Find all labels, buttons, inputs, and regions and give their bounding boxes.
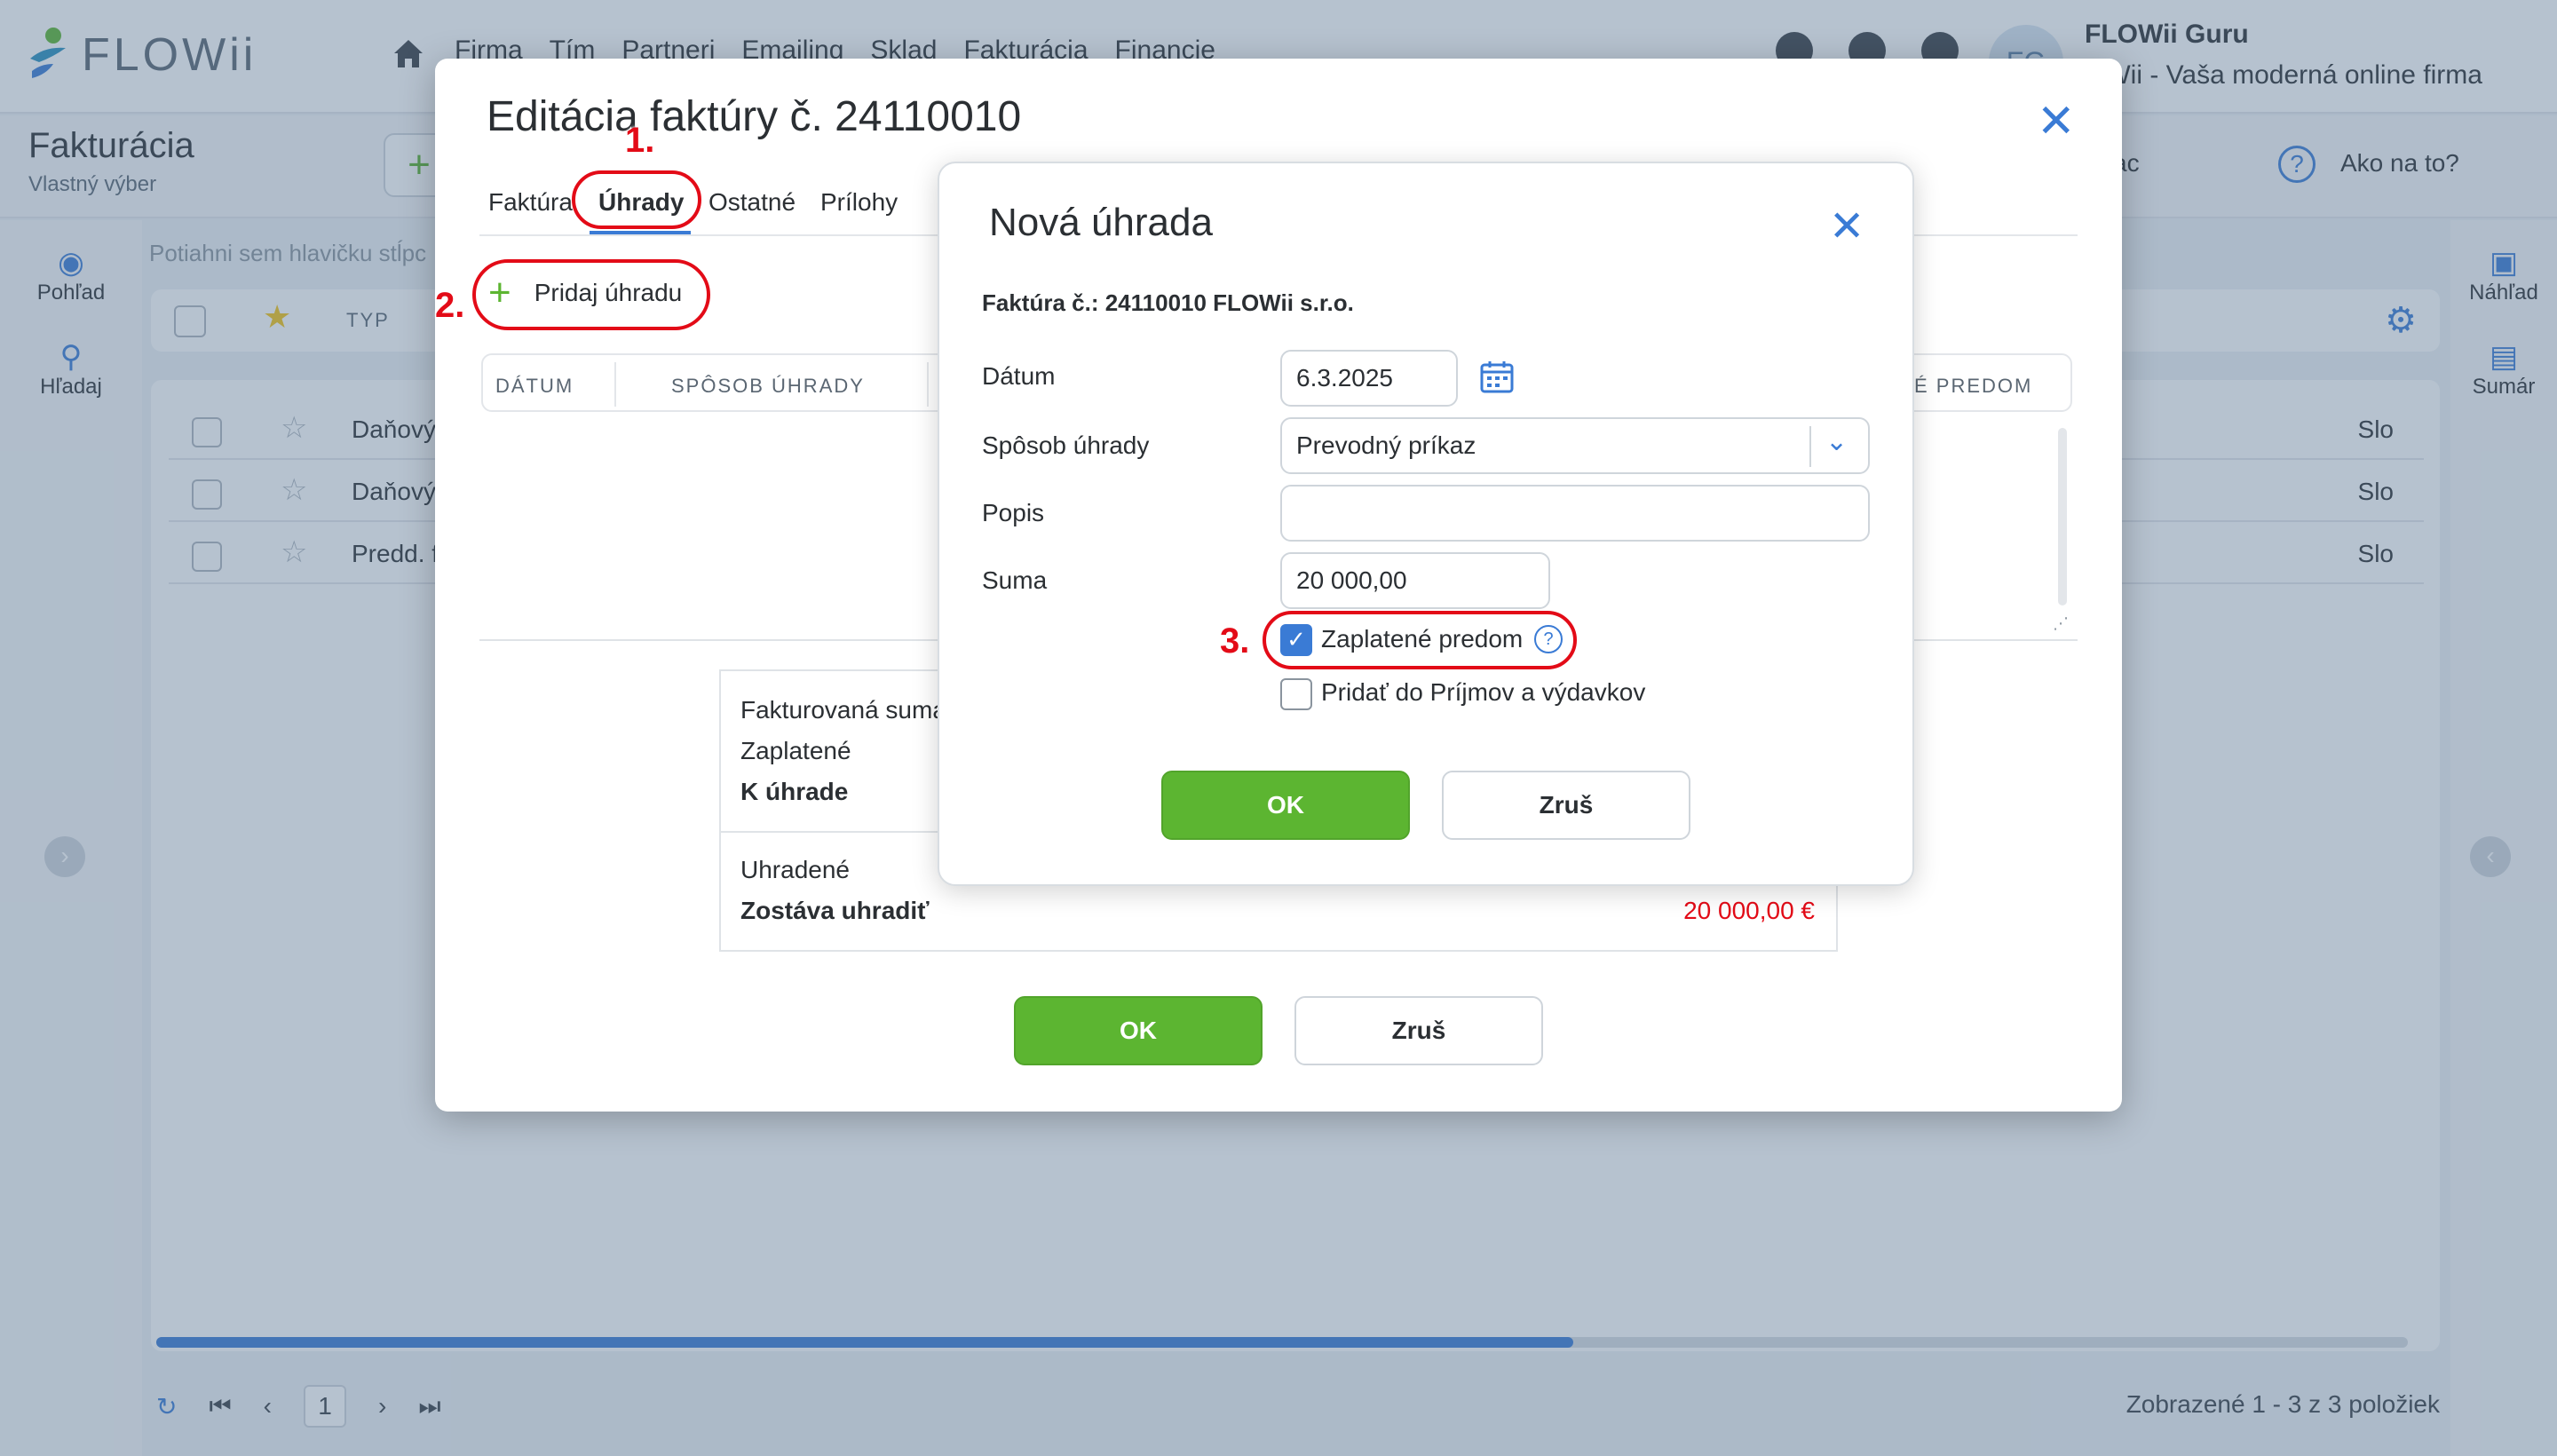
paid-label: Zaplatené (740, 737, 851, 764)
payment-cancel-button[interactable]: Zruš (1442, 771, 1690, 840)
invoice-reference: Faktúra č.: 24110010 FLOWii s.r.o. (982, 289, 1354, 316)
annotation-ring-tab (572, 170, 701, 229)
date-field[interactable]: 6.3.2025 (1280, 350, 1458, 407)
resize-handle-icon[interactable]: ⋰ (2053, 614, 2069, 633)
annotation-ring-add-payment (472, 259, 710, 330)
description-label: Popis (982, 499, 1045, 526)
annotation-step-3: 3. (1220, 621, 1250, 661)
payment-method-label: Spôsob úhrady (982, 431, 1150, 459)
add-income-checkbox[interactable] (1280, 678, 1312, 710)
close-icon[interactable]: ✕ (2037, 99, 2076, 145)
vertical-scrollbar[interactable] (2058, 428, 2067, 605)
annotation-step-1: 1. (625, 121, 655, 160)
chevron-down-icon[interactable]: ⌄ (1825, 426, 1848, 457)
to-pay-label: K úhrade (740, 778, 849, 805)
remaining-label: Zostáva uhradiť (740, 897, 930, 924)
cancel-button[interactable]: Zruš (1294, 996, 1543, 1065)
calendar-icon[interactable] (1479, 359, 1515, 394)
annotation-ring-prepaid (1263, 611, 1577, 669)
payment-ok-button[interactable]: OK (1161, 771, 1410, 840)
select-divider (1809, 426, 1811, 467)
invoiced-amount-label: Fakturovaná suma (740, 696, 946, 724)
ok-button[interactable]: OK (1014, 996, 1263, 1065)
column-separator (927, 362, 929, 407)
tab-ostatne[interactable]: Ostatné (709, 188, 796, 217)
tab-prilohy[interactable]: Prílohy (820, 188, 898, 217)
remaining-value: 20 000,00 € (1683, 897, 1815, 924)
column-header-date[interactable]: DÁTUM (495, 375, 574, 398)
annotation-step-2: 2. (435, 286, 465, 325)
dialog-title: Nová úhrada (989, 201, 1213, 244)
amount-label: Suma (982, 566, 1048, 594)
amount-field[interactable]: 20 000,00 (1280, 552, 1550, 609)
payment-method-select[interactable]: Prevodný príkaz (1280, 417, 1870, 474)
description-field[interactable] (1280, 485, 1870, 542)
close-icon[interactable]: ✕ (1829, 206, 1864, 249)
active-tab-indicator (590, 231, 691, 234)
column-header-prepaid[interactable]: É PREDOM (1914, 375, 2032, 398)
settled-label: Uhradené (740, 856, 850, 883)
tab-faktura[interactable]: Faktúra (488, 188, 573, 217)
column-header-method[interactable]: SPÔSOB ÚHRADY (671, 375, 865, 398)
dialog-title: Editácia faktúry č. 24110010 (487, 93, 1022, 140)
add-income-label: Pridať do Príjmov a výdavkov (1321, 678, 1646, 706)
column-separator (614, 362, 616, 407)
date-label: Dátum (982, 362, 1056, 390)
